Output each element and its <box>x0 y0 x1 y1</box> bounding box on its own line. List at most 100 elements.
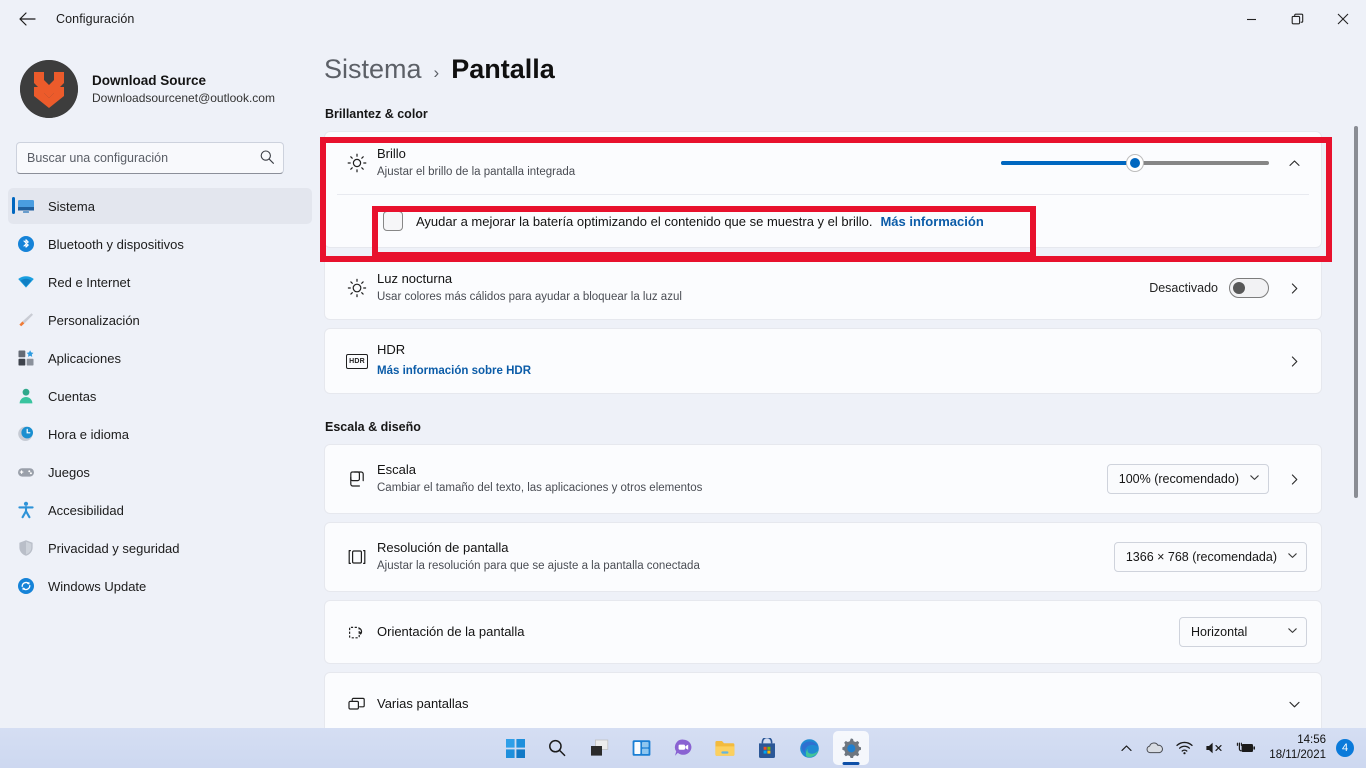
scale-title: Escala <box>377 462 417 478</box>
sidebar-item-red-internet[interactable]: Red e Internet <box>8 264 312 300</box>
close-button[interactable] <box>1320 0 1366 38</box>
sidebar-item-cuentas[interactable]: Cuentas <box>8 378 312 414</box>
maximize-button[interactable] <box>1274 0 1320 38</box>
sidebar-item-juegos[interactable]: Juegos <box>8 454 312 490</box>
account-email: Downloadsourcenet@outlook.com <box>92 91 275 106</box>
breadcrumb-root[interactable]: Sistema <box>324 54 422 85</box>
wifi-icon <box>16 272 36 292</box>
scale-row[interactable]: Escala Cambiar el tamaño del texto, las … <box>325 445 1321 513</box>
bluetooth-icon <box>16 234 36 254</box>
hdr-navigate-button[interactable] <box>1281 348 1307 374</box>
night-light-navigate-button[interactable] <box>1281 275 1307 301</box>
settings-window: Configuración Download Source Downloadso… <box>0 0 1366 768</box>
brightness-subtitle: Ajustar el brillo de la pantalla integra… <box>377 166 576 179</box>
multiple-displays-row[interactable]: Varias pantallas <box>325 673 1321 730</box>
hdr-row[interactable]: HDR HDR Más información sobre HDR <box>325 329 1321 393</box>
scale-dropdown[interactable]: 100% (recomendado) <box>1106 464 1269 494</box>
resolution-row[interactable]: Resolución de pantalla Ajustar la resolu… <box>325 523 1321 591</box>
night-light-row[interactable]: Luz nocturna Usar colores más cálidos pa… <box>325 257 1321 319</box>
orientation-dropdown[interactable]: Horizontal <box>1179 617 1307 647</box>
back-button[interactable] <box>6 3 48 35</box>
section-title-brightness-color: Brillantez & color <box>325 107 428 121</box>
search-input[interactable] <box>16 142 284 174</box>
content-scrollbar[interactable] <box>1354 126 1358 722</box>
night-light-toggle[interactable] <box>1229 278 1269 298</box>
night-light-subtitle: Usar colores más cálidos para ayudar a b… <box>377 291 682 304</box>
battery-optimization-learn-more-link[interactable]: Más información <box>880 214 983 229</box>
sidebar-item-windows-update[interactable]: Windows Update <box>8 568 312 604</box>
chevron-right-icon <box>1291 282 1297 294</box>
avatar <box>20 60 78 118</box>
sidebar-item-hora-idioma[interactable]: Hora e idioma <box>8 416 312 452</box>
scrollbar-thumb[interactable] <box>1354 126 1358 498</box>
double-chevron-down-avatar-icon <box>20 60 78 118</box>
window-title: Configuración <box>56 12 135 26</box>
tray-volume-button[interactable] <box>1200 732 1229 764</box>
taskbar-store-button[interactable] <box>749 731 785 765</box>
breadcrumb-separator-icon: › <box>433 63 440 82</box>
hdr-learn-more-link[interactable]: Más información sobre HDR <box>377 364 531 380</box>
hdr-icon: HDR <box>337 353 377 369</box>
account-name: Download Source <box>92 72 207 88</box>
speaker-muted-icon <box>1206 742 1222 754</box>
tray-battery-button[interactable] <box>1231 732 1261 764</box>
section-title-scale-layout: Escala & diseño <box>325 420 421 434</box>
taskbar-search-button[interactable] <box>539 731 575 765</box>
clock-time: 14:56 <box>1297 734 1326 747</box>
sidebar-nav: Sistema Bluetooth y dispositivos Red e I… <box>0 188 320 604</box>
cloud-icon <box>1146 742 1164 754</box>
sidebar-item-aplicaciones[interactable]: Aplicaciones <box>8 340 312 376</box>
taskbar-task-view-button[interactable] <box>581 731 617 765</box>
minimize-button[interactable] <box>1228 0 1274 38</box>
chevron-right-icon <box>1291 355 1297 367</box>
taskbar-clock[interactable]: 14:56 18/11/2021 <box>1263 733 1334 762</box>
sidebar-item-bluetooth[interactable]: Bluetooth y dispositivos <box>8 226 312 262</box>
chevron-up-icon <box>1288 159 1300 166</box>
taskbar-chat-button[interactable] <box>665 731 701 765</box>
taskbar-edge-button[interactable] <box>791 731 827 765</box>
close-icon <box>1337 13 1349 25</box>
brightness-row[interactable]: Brillo Ajustar el brillo de la pantalla … <box>325 132 1321 194</box>
taskbar-widgets-button[interactable] <box>623 731 659 765</box>
shield-icon <box>16 538 36 558</box>
scale-subtitle: Cambiar el tamaño del texto, las aplicac… <box>377 482 703 495</box>
taskbar-settings-button[interactable] <box>833 731 869 765</box>
battery-optimization-row[interactable]: Ayudar a mejorar la batería optimizando … <box>325 195 1321 247</box>
multiple-displays-icon <box>337 693 377 715</box>
sidebar-item-personalizacion[interactable]: Personalización <box>8 302 312 338</box>
clock-date: 18/11/2021 <box>1269 749 1326 761</box>
chevron-down-icon <box>1287 625 1298 639</box>
tray-overflow-button[interactable] <box>1115 732 1138 764</box>
sidebar-item-label: Bluetooth y dispositivos <box>48 236 184 252</box>
brightness-slider[interactable] <box>1001 153 1269 173</box>
chevron-up-icon <box>1121 744 1132 751</box>
accessibility-icon <box>16 500 36 520</box>
night-light-toggle-group: Desactivado <box>1149 278 1269 298</box>
orientation-row[interactable]: Orientación de la pantalla Horizontal <box>325 601 1321 663</box>
sidebar-item-label: Personalización <box>48 312 140 328</box>
slider-thumb[interactable] <box>1126 154 1144 172</box>
chevron-down-icon <box>1287 550 1298 564</box>
tray-onedrive-button[interactable] <box>1140 732 1169 764</box>
chevron-down-icon <box>1288 701 1300 707</box>
multiple-displays-card: Varias pantallas <box>324 672 1322 730</box>
multiple-displays-title: Varias pantallas <box>377 696 469 712</box>
tray-network-button[interactable] <box>1171 732 1198 764</box>
taskbar-start-button[interactable] <box>497 731 533 765</box>
notification-badge[interactable]: 4 <box>1336 739 1354 757</box>
brightness-title: Brillo <box>377 146 406 162</box>
resolution-subtitle: Ajustar la resolución para que se ajuste… <box>377 560 700 573</box>
sidebar-item-sistema[interactable]: Sistema <box>8 188 312 224</box>
resolution-dropdown[interactable]: 1366 × 768 (recomendada) <box>1113 542 1307 572</box>
sidebar-item-privacidad-seguridad[interactable]: Privacidad y seguridad <box>8 530 312 566</box>
account-card[interactable]: Download Source Downloadsourcenet@outloo… <box>16 56 294 122</box>
brightness-expander-button[interactable] <box>1281 150 1307 176</box>
taskbar-file-explorer-button[interactable] <box>707 731 743 765</box>
scale-navigate-button[interactable] <box>1281 466 1307 492</box>
sidebar-item-label: Cuentas <box>48 388 97 404</box>
scale-icon <box>337 468 377 490</box>
multiple-displays-expander-button[interactable] <box>1281 691 1307 717</box>
battery-optimization-checkbox[interactable] <box>383 211 403 231</box>
sidebar-item-accesibilidad[interactable]: Accesibilidad <box>8 492 312 528</box>
sidebar-item-label: Aplicaciones <box>48 350 121 366</box>
